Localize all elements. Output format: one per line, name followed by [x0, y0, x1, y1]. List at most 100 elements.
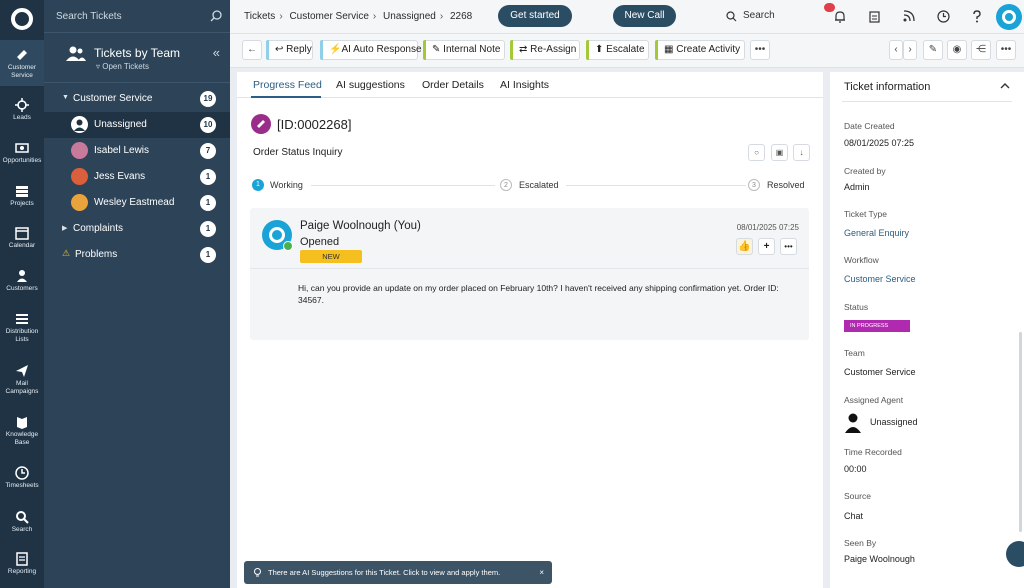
- ticket-tabs: Progress Feed AI suggestions Order Detai…: [237, 72, 823, 98]
- tree-item-unassigned[interactable]: Unassigned 10: [44, 112, 230, 138]
- more-actions-button[interactable]: •••: [750, 40, 770, 60]
- tab-ai-insights[interactable]: AI Insights: [500, 79, 549, 91]
- chevron-right-icon: ›: [908, 44, 912, 55]
- clipboard-icon[interactable]: [869, 10, 880, 23]
- status-badge: NEW: [300, 250, 362, 263]
- ticket-search-input[interactable]: Search Tickets: [56, 11, 122, 22]
- search-icon: [16, 511, 29, 524]
- chevron-up-icon[interactable]: [1000, 81, 1010, 91]
- divider: [250, 268, 809, 269]
- like-button[interactable]: 👍: [736, 238, 753, 255]
- step-connector: [566, 185, 746, 186]
- tab-order-details[interactable]: Order Details: [422, 79, 484, 91]
- back-button[interactable]: ←: [242, 40, 262, 60]
- arrow-up-icon: ⬆: [595, 44, 604, 55]
- count-badge: 1: [200, 221, 216, 237]
- info-value-workflow[interactable]: Customer Service: [844, 274, 916, 284]
- watch-button[interactable]: ◉: [947, 40, 967, 60]
- warning-icon: ⚠: [62, 248, 71, 258]
- share-button[interactable]: ⋲: [971, 40, 991, 60]
- get-started-button[interactable]: Get started: [498, 5, 572, 27]
- rail-timesheets[interactable]: Timesheets: [0, 466, 44, 490]
- scrollbar[interactable]: [1019, 332, 1022, 532]
- tree-item-isabel-lewis[interactable]: Isabel Lewis 7: [44, 138, 230, 164]
- rss-icon[interactable]: [903, 10, 915, 22]
- rail-calendar[interactable]: Calendar: [0, 226, 44, 250]
- feed-more-button[interactable]: •••: [780, 238, 797, 255]
- edit-button[interactable]: ✎: [923, 40, 943, 60]
- step-escalated[interactable]: Escalated: [519, 180, 559, 190]
- eye-icon: ◉: [952, 44, 962, 55]
- tree-label: Jess Evans: [94, 171, 146, 182]
- app-logo-icon[interactable]: [11, 8, 33, 30]
- ai-suggestion-toast[interactable]: There are AI Suggestions for this Ticket…: [244, 561, 552, 584]
- ticket-icon: [251, 114, 271, 134]
- info-value-date-created: 08/01/2025 07:25: [844, 138, 915, 148]
- ai-auto-response-button[interactable]: ⚡AI Auto Response: [320, 40, 422, 60]
- info-value-assigned-agent[interactable]: Unassigned: [870, 417, 918, 427]
- bell-icon[interactable]: [834, 10, 846, 23]
- rail-mail-campaigns[interactable]: Mail Campaigns: [0, 364, 44, 396]
- crumb-customer-service[interactable]: Customer Service: [289, 11, 368, 22]
- share-icon: ⋲: [976, 44, 986, 55]
- count-badge: 1: [200, 195, 216, 211]
- global-search[interactable]: Search: [743, 10, 775, 21]
- ticket-search[interactable]: Search Tickets: [44, 0, 230, 33]
- new-call-button[interactable]: New Call: [613, 5, 676, 27]
- comment-button[interactable]: ○: [748, 144, 765, 161]
- add-button[interactable]: +: [758, 238, 775, 255]
- search-icon[interactable]: [210, 10, 222, 22]
- rail-reporting[interactable]: Reporting: [0, 552, 44, 576]
- rail-opportunities[interactable]: Opportunities: [0, 141, 44, 165]
- ticket-main: Progress Feed AI suggestions Order Detai…: [237, 72, 823, 588]
- tab-progress-feed[interactable]: Progress Feed: [253, 79, 322, 91]
- info-label: Time Recorded: [844, 447, 902, 457]
- create-activity-button[interactable]: ▦ Create Activity: [655, 40, 745, 60]
- close-icon[interactable]: ×: [539, 561, 544, 584]
- search-icon[interactable]: [726, 11, 737, 22]
- help-icon[interactable]: [972, 10, 982, 23]
- step-working[interactable]: Working: [270, 180, 303, 190]
- feed-message: Hi, can you provide an update on my orde…: [298, 283, 779, 305]
- tab-ai-suggestions[interactable]: AI suggestions: [336, 79, 405, 91]
- escalate-button[interactable]: ⬆ Escalate: [586, 40, 649, 60]
- info-value-ticket-type[interactable]: General Enquiry: [844, 228, 909, 238]
- rail-distribution-lists[interactable]: Distribution Lists: [0, 312, 44, 344]
- crumb-unassigned[interactable]: Unassigned: [383, 11, 436, 22]
- person-icon: [17, 270, 27, 282]
- overflow-menu-button[interactable]: •••: [996, 40, 1016, 60]
- ticket-icon: [17, 50, 27, 60]
- rail-customers[interactable]: Customers: [0, 269, 44, 293]
- crumb-tickets[interactable]: Tickets: [244, 11, 275, 22]
- tree-label: Isabel Lewis: [94, 145, 150, 156]
- tree-group-customer-service[interactable]: ▼ Customer Service 19: [44, 86, 230, 112]
- step-resolved[interactable]: Resolved: [767, 180, 805, 190]
- rail-search[interactable]: Search: [0, 510, 44, 534]
- rail-knowledge-base[interactable]: Knowledge Base: [0, 415, 44, 447]
- tree-group-complaints[interactable]: ▶ Complaints 1: [44, 216, 230, 242]
- crumb-separator: ›: [372, 11, 377, 22]
- user-avatar[interactable]: [996, 4, 1022, 30]
- next-ticket-button[interactable]: ›: [903, 40, 917, 60]
- reassign-label: Re-Assign: [530, 44, 577, 55]
- comment-icon: ○: [754, 148, 759, 157]
- rail-projects[interactable]: Projects: [0, 184, 44, 208]
- tree-group-problems[interactable]: ⚠ Problems 1: [44, 242, 230, 268]
- rail-label: Projects: [10, 200, 34, 207]
- clock-icon[interactable]: [937, 10, 950, 23]
- reassign-button[interactable]: ⇄ Re-Assign: [510, 40, 580, 60]
- rail-customer-service[interactable]: Customer Service: [0, 40, 44, 86]
- print-button[interactable]: ▣: [771, 144, 788, 161]
- collapse-panel-icon[interactable]: «: [213, 45, 220, 60]
- internal-note-button[interactable]: ✎ Internal Note: [423, 40, 505, 60]
- tree-item-wesley-eastmead[interactable]: Wesley Eastmead 1: [44, 190, 230, 216]
- rail-label: Leads: [13, 114, 31, 121]
- internal-note-label: Internal Note: [443, 44, 501, 55]
- download-button[interactable]: ↓: [793, 144, 810, 161]
- prev-ticket-button[interactable]: ‹: [889, 40, 903, 60]
- status-badge[interactable]: IN PROGRESS: [844, 320, 910, 332]
- ticket-info-panel: Ticket information Date Created 08/01/20…: [830, 72, 1024, 588]
- tree-item-jess-evans[interactable]: Jess Evans 1: [44, 164, 230, 190]
- reply-button[interactable]: ↩ Reply: [266, 40, 313, 60]
- rail-leads[interactable]: Leads: [0, 98, 44, 122]
